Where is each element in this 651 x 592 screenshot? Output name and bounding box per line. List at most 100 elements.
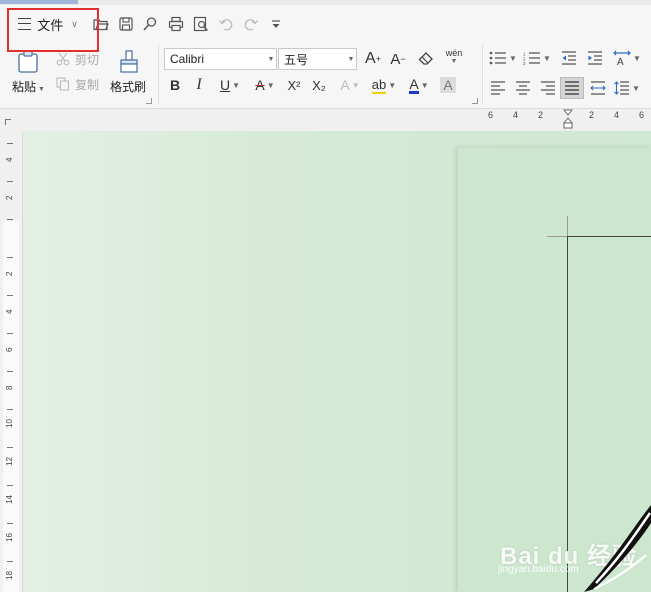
text-boundary-line [567, 236, 651, 237]
highlight-icon: ab [371, 76, 387, 94]
chevron-down-icon: ▼ [267, 55, 275, 63]
ruler-label: 10 [5, 419, 14, 428]
align-center-button[interactable] [513, 78, 533, 98]
clear-format-button[interactable] [415, 49, 437, 69]
cut-label: 剪切 [75, 52, 100, 67]
strikethrough-icon: A [255, 77, 265, 93]
justify-button[interactable] [562, 78, 582, 98]
cut-button[interactable]: 剪切 [56, 50, 99, 68]
superscript-button[interactable]: X² [284, 75, 304, 95]
redo-icon[interactable] [241, 13, 261, 35]
undo-icon[interactable] [216, 13, 236, 35]
ruler-tick [7, 333, 13, 334]
paste-button[interactable]: 粘贴 ▼ [10, 47, 48, 101]
italic-icon: I [196, 76, 202, 93]
subscript-icon: X₂ [312, 77, 326, 93]
group-divider [158, 45, 159, 105]
ruler-tick [7, 257, 13, 258]
line-spacing-icon [614, 81, 630, 95]
underline-icon: U [219, 77, 231, 93]
save-icon[interactable] [116, 13, 136, 35]
bullet-list-button[interactable]: ▼ [488, 48, 518, 68]
quill-logo-icon [584, 505, 651, 592]
highlight-button[interactable]: ab ▼ [370, 75, 398, 95]
horizontal-ruler: 6 4 2 2 4 6 [0, 109, 651, 131]
grow-font-button[interactable]: A + [362, 49, 384, 69]
font-name-select[interactable]: Calibri ▼ [164, 48, 277, 70]
ruler-tick [7, 219, 13, 220]
font-name-value: Calibri [170, 52, 205, 66]
active-tab-indicator [0, 0, 78, 4]
font-size-value: 五号 [284, 52, 309, 67]
align-left-button[interactable] [488, 78, 508, 98]
line-spacing-button[interactable]: ▼ [612, 78, 642, 98]
ruler-label: 6 [5, 347, 14, 352]
increase-indent-button[interactable] [585, 48, 605, 68]
format-painter-label: 格式刷 [110, 80, 147, 94]
paste-label: 粘贴 [12, 80, 37, 94]
phonetic-guide-button[interactable]: wén ▼ [441, 47, 467, 67]
crop-mark [547, 236, 567, 237]
ruler-label: 2 [5, 195, 14, 200]
group-divider [482, 45, 483, 105]
italic-button[interactable]: I [191, 75, 207, 95]
eraser-icon [418, 52, 433, 65]
shrink-font-button[interactable]: A − [387, 49, 409, 69]
print-icon[interactable] [166, 13, 186, 35]
customize-qa-icon[interactable] [266, 13, 286, 35]
ruler-label: 2 [538, 110, 544, 120]
font-color-button[interactable]: A ▼ [405, 75, 433, 95]
svg-text:A: A [617, 57, 624, 66]
bold-icon: B [169, 77, 181, 93]
copy-button[interactable]: 复制 [56, 75, 99, 93]
ruler-label: 14 [5, 495, 14, 504]
char-shading-icon: A [443, 77, 453, 93]
ruler-tick [7, 447, 13, 448]
char-shading-button[interactable]: A [440, 77, 456, 93]
ruler-label: 2 [589, 110, 595, 120]
font-color-icon: A [409, 75, 419, 94]
ruler-tick [7, 561, 13, 562]
copy-label: 复制 [75, 77, 100, 92]
decrease-indent-icon [562, 51, 576, 65]
ruler-tick [7, 181, 13, 182]
distributed-button[interactable] [588, 78, 608, 98]
format-painter-button[interactable]: 格式刷 [108, 47, 150, 101]
chevron-down-icon: ▼ [347, 55, 355, 63]
text-effect-button[interactable]: A ▼ [336, 75, 364, 95]
shrink-font-icon: A [390, 50, 401, 68]
clipboard-group-launcher-icon[interactable] [146, 98, 152, 104]
text-effect-icon: A [340, 77, 350, 93]
decrease-indent-button[interactable] [559, 48, 579, 68]
watermark-site: jingyan.baidu.com [498, 564, 579, 575]
svg-text:3: 3 [523, 61, 526, 65]
paste-icon [18, 50, 38, 73]
align-right-button[interactable] [538, 78, 558, 98]
strikethrough-button[interactable]: A ▼ [251, 75, 279, 95]
ruler-corner-icon [5, 119, 11, 125]
copy-icon [56, 77, 70, 91]
distributed-icon [590, 81, 606, 95]
phonetic-guide-icon: wén [445, 48, 463, 58]
bold-button[interactable]: B [167, 75, 183, 95]
ruler-label: 6 [639, 110, 645, 120]
print-preview-icon[interactable] [191, 13, 211, 35]
justify-icon [565, 81, 579, 95]
numbered-list-button[interactable]: 1 2 3 ▼ [522, 48, 552, 68]
numbered-list-icon: 123 [523, 52, 541, 65]
ruler-label: 12 [5, 457, 14, 466]
indent-marker-icon[interactable] [563, 109, 573, 129]
search-replace-icon[interactable] [140, 13, 160, 35]
font-size-select[interactable]: 五号 ▼ [278, 48, 357, 70]
font-group-launcher-icon[interactable] [472, 98, 478, 104]
text-direction-button[interactable]: A ▼ [612, 48, 642, 68]
ruler-label: 18 [5, 571, 14, 580]
underline-button[interactable]: U ▼ [216, 75, 244, 95]
ruler-tick [7, 371, 13, 372]
crop-mark [567, 216, 568, 236]
ruler-label: 8 [5, 385, 14, 390]
subscript-button[interactable]: X₂ [309, 75, 329, 95]
increase-indent-icon [588, 51, 602, 65]
ruler-label: 6 [488, 110, 494, 120]
ruler-label: 4 [614, 110, 620, 120]
